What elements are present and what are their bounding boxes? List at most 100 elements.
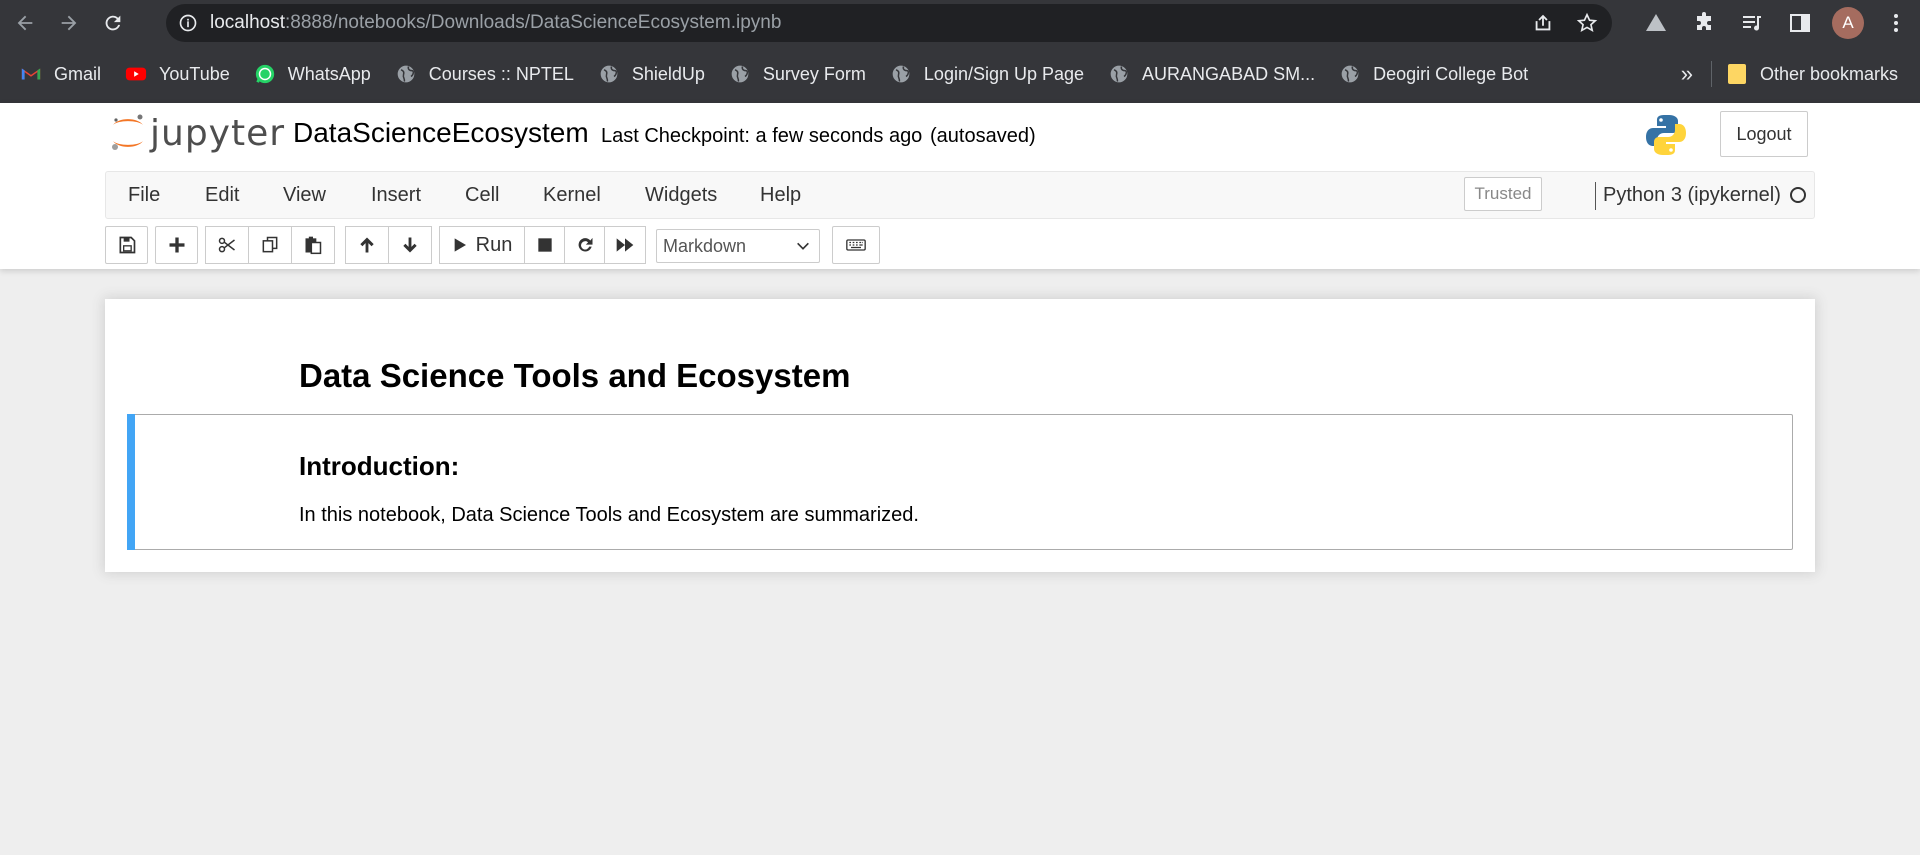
cell-type-select[interactable]: Markdown xyxy=(656,229,820,263)
insert-cell-button[interactable] xyxy=(155,226,198,264)
globe-icon xyxy=(1110,65,1128,83)
selected-markdown-cell[interactable]: Introduction: In this notebook, Data Sci… xyxy=(127,414,1793,550)
trusted-indicator[interactable]: Trusted xyxy=(1464,177,1542,211)
menu-insert[interactable]: Insert xyxy=(371,184,421,207)
move-down-button[interactable] xyxy=(388,226,432,264)
url-text: localhost:8888/notebooks/Downloads/DataS… xyxy=(210,12,782,33)
kernel-name[interactable]: Python 3 (ipykernel) xyxy=(1603,184,1781,207)
cell-selection-bar xyxy=(127,414,135,550)
more-bookmarks-button[interactable]: » xyxy=(1681,61,1693,87)
bookmark-youtube[interactable]: YouTube xyxy=(125,63,230,85)
back-button[interactable] xyxy=(6,4,44,42)
side-panel-icon xyxy=(1790,14,1810,32)
notebook-heading[interactable]: Data Science Tools and Ecosystem xyxy=(299,357,850,395)
other-bookmarks[interactable]: Other bookmarks xyxy=(1727,64,1898,85)
globe-icon xyxy=(892,65,910,83)
arrow-right-icon xyxy=(61,15,77,30)
bookmark-star-icon[interactable] xyxy=(1576,12,1598,34)
logout-button[interactable]: Logout xyxy=(1720,111,1808,157)
cell-heading: Introduction: xyxy=(299,451,460,481)
interrupt-kernel-button[interactable] xyxy=(524,226,565,264)
cell-text: In this notebook, Data Science Tools and… xyxy=(299,504,919,526)
bookmark-aurangabad[interactable]: AURANGABAD SM... xyxy=(1108,63,1315,85)
bookmark-shieldup[interactable]: ShieldUp xyxy=(598,63,705,85)
reload-button[interactable] xyxy=(94,4,132,42)
folder-icon xyxy=(1727,64,1746,84)
profile-avatar[interactable]: A xyxy=(1832,7,1864,39)
whatsapp-icon xyxy=(255,64,274,84)
media-control-button[interactable] xyxy=(1728,4,1776,42)
bookmark-nptel[interactable]: Courses :: NPTEL xyxy=(395,63,574,85)
menu-help[interactable]: Help xyxy=(760,184,801,207)
menu-widgets[interactable]: Widgets xyxy=(645,184,717,207)
save-icon xyxy=(119,236,135,254)
kernel-idle-icon xyxy=(1790,187,1806,203)
restart-kernel-button[interactable] xyxy=(564,226,605,264)
info-icon xyxy=(179,14,197,32)
run-button[interactable]: Run xyxy=(439,226,525,264)
paste-icon xyxy=(305,236,322,255)
cut-button[interactable] xyxy=(205,226,249,264)
menu-view[interactable]: View xyxy=(283,184,326,207)
paste-button[interactable] xyxy=(291,226,335,264)
globe-icon xyxy=(600,65,618,83)
extensions-button[interactable] xyxy=(1680,4,1728,42)
forward-button[interactable] xyxy=(50,4,88,42)
arrow-down-icon xyxy=(403,237,417,253)
address-bar[interactable]: localhost:8888/notebooks/Downloads/DataS… xyxy=(166,4,1612,42)
bookmark-gmail[interactable]: Gmail xyxy=(20,63,101,85)
reload-icon xyxy=(105,15,121,30)
arrow-left-icon xyxy=(17,15,33,30)
gmail-icon xyxy=(21,68,41,80)
bookmarks-divider xyxy=(1710,61,1712,87)
menu-file[interactable]: File xyxy=(128,184,160,207)
share-icon[interactable] xyxy=(1532,12,1554,34)
move-up-button[interactable] xyxy=(345,226,389,264)
jupyter-logo[interactable]: jupyter xyxy=(110,111,285,155)
menu-cell[interactable]: Cell xyxy=(465,184,499,207)
menu-kernel[interactable]: Kernel xyxy=(543,184,601,207)
youtube-icon xyxy=(125,67,147,81)
command-palette-button[interactable] xyxy=(832,226,880,264)
play-icon xyxy=(454,238,466,252)
bookmarks-bar: Gmail YouTube WhatsApp Courses :: NPTEL … xyxy=(0,45,1920,103)
drive-extension-button[interactable] xyxy=(1632,4,1680,42)
browser-toolbar: localhost:8888/notebooks/Downloads/DataS… xyxy=(0,0,1920,45)
menu-edit[interactable]: Edit xyxy=(205,184,239,207)
save-button[interactable] xyxy=(105,226,148,264)
globe-icon xyxy=(1341,65,1359,83)
autosave-status: (autosaved) xyxy=(930,125,1036,147)
kebab-menu-icon xyxy=(1894,14,1898,32)
fast-forward-icon xyxy=(616,238,634,252)
triangle-icon xyxy=(1646,14,1666,31)
python-logo-icon xyxy=(1646,115,1686,155)
browser-chrome: localhost:8888/notebooks/Downloads/DataS… xyxy=(0,0,1920,103)
restart-icon xyxy=(578,237,592,252)
browser-menu-button[interactable] xyxy=(1872,4,1920,42)
chevron-down-icon xyxy=(797,242,809,250)
bookmark-login-signup[interactable]: Login/Sign Up Page xyxy=(890,63,1084,85)
bookmark-deogiri[interactable]: Deogiri College Bot xyxy=(1339,63,1528,85)
globe-icon xyxy=(731,65,749,83)
jupyter-header: jupyter DataScienceEcosystem Last Checkp… xyxy=(0,103,1920,269)
kernel-divider xyxy=(1595,182,1596,210)
puzzle-icon xyxy=(1697,12,1711,30)
extensions-area: A xyxy=(1632,4,1920,42)
menu-bar: File Edit View Insert Cell Kernel Widget… xyxy=(105,171,1815,219)
copy-button[interactable] xyxy=(248,226,292,264)
playlist-icon xyxy=(1743,16,1761,31)
restart-run-all-button[interactable] xyxy=(604,226,646,264)
stop-icon xyxy=(537,238,552,252)
bookmark-whatsapp[interactable]: WhatsApp xyxy=(254,63,371,85)
keyboard-icon xyxy=(846,239,866,251)
arrow-up-icon xyxy=(360,237,374,253)
plus-icon xyxy=(169,237,184,253)
notebook-title[interactable]: DataScienceEcosystem xyxy=(293,117,589,149)
jupyter-orbit-icon xyxy=(112,114,143,150)
checkpoint-status: Last Checkpoint: a few seconds ago xyxy=(601,125,923,147)
copy-icon xyxy=(262,236,278,253)
side-panel-button[interactable] xyxy=(1776,4,1824,42)
globe-icon xyxy=(397,65,415,83)
bookmark-survey-form[interactable]: Survey Form xyxy=(729,63,866,85)
notebook-container: Data Science Tools and Ecosystem Introdu… xyxy=(105,299,1815,572)
